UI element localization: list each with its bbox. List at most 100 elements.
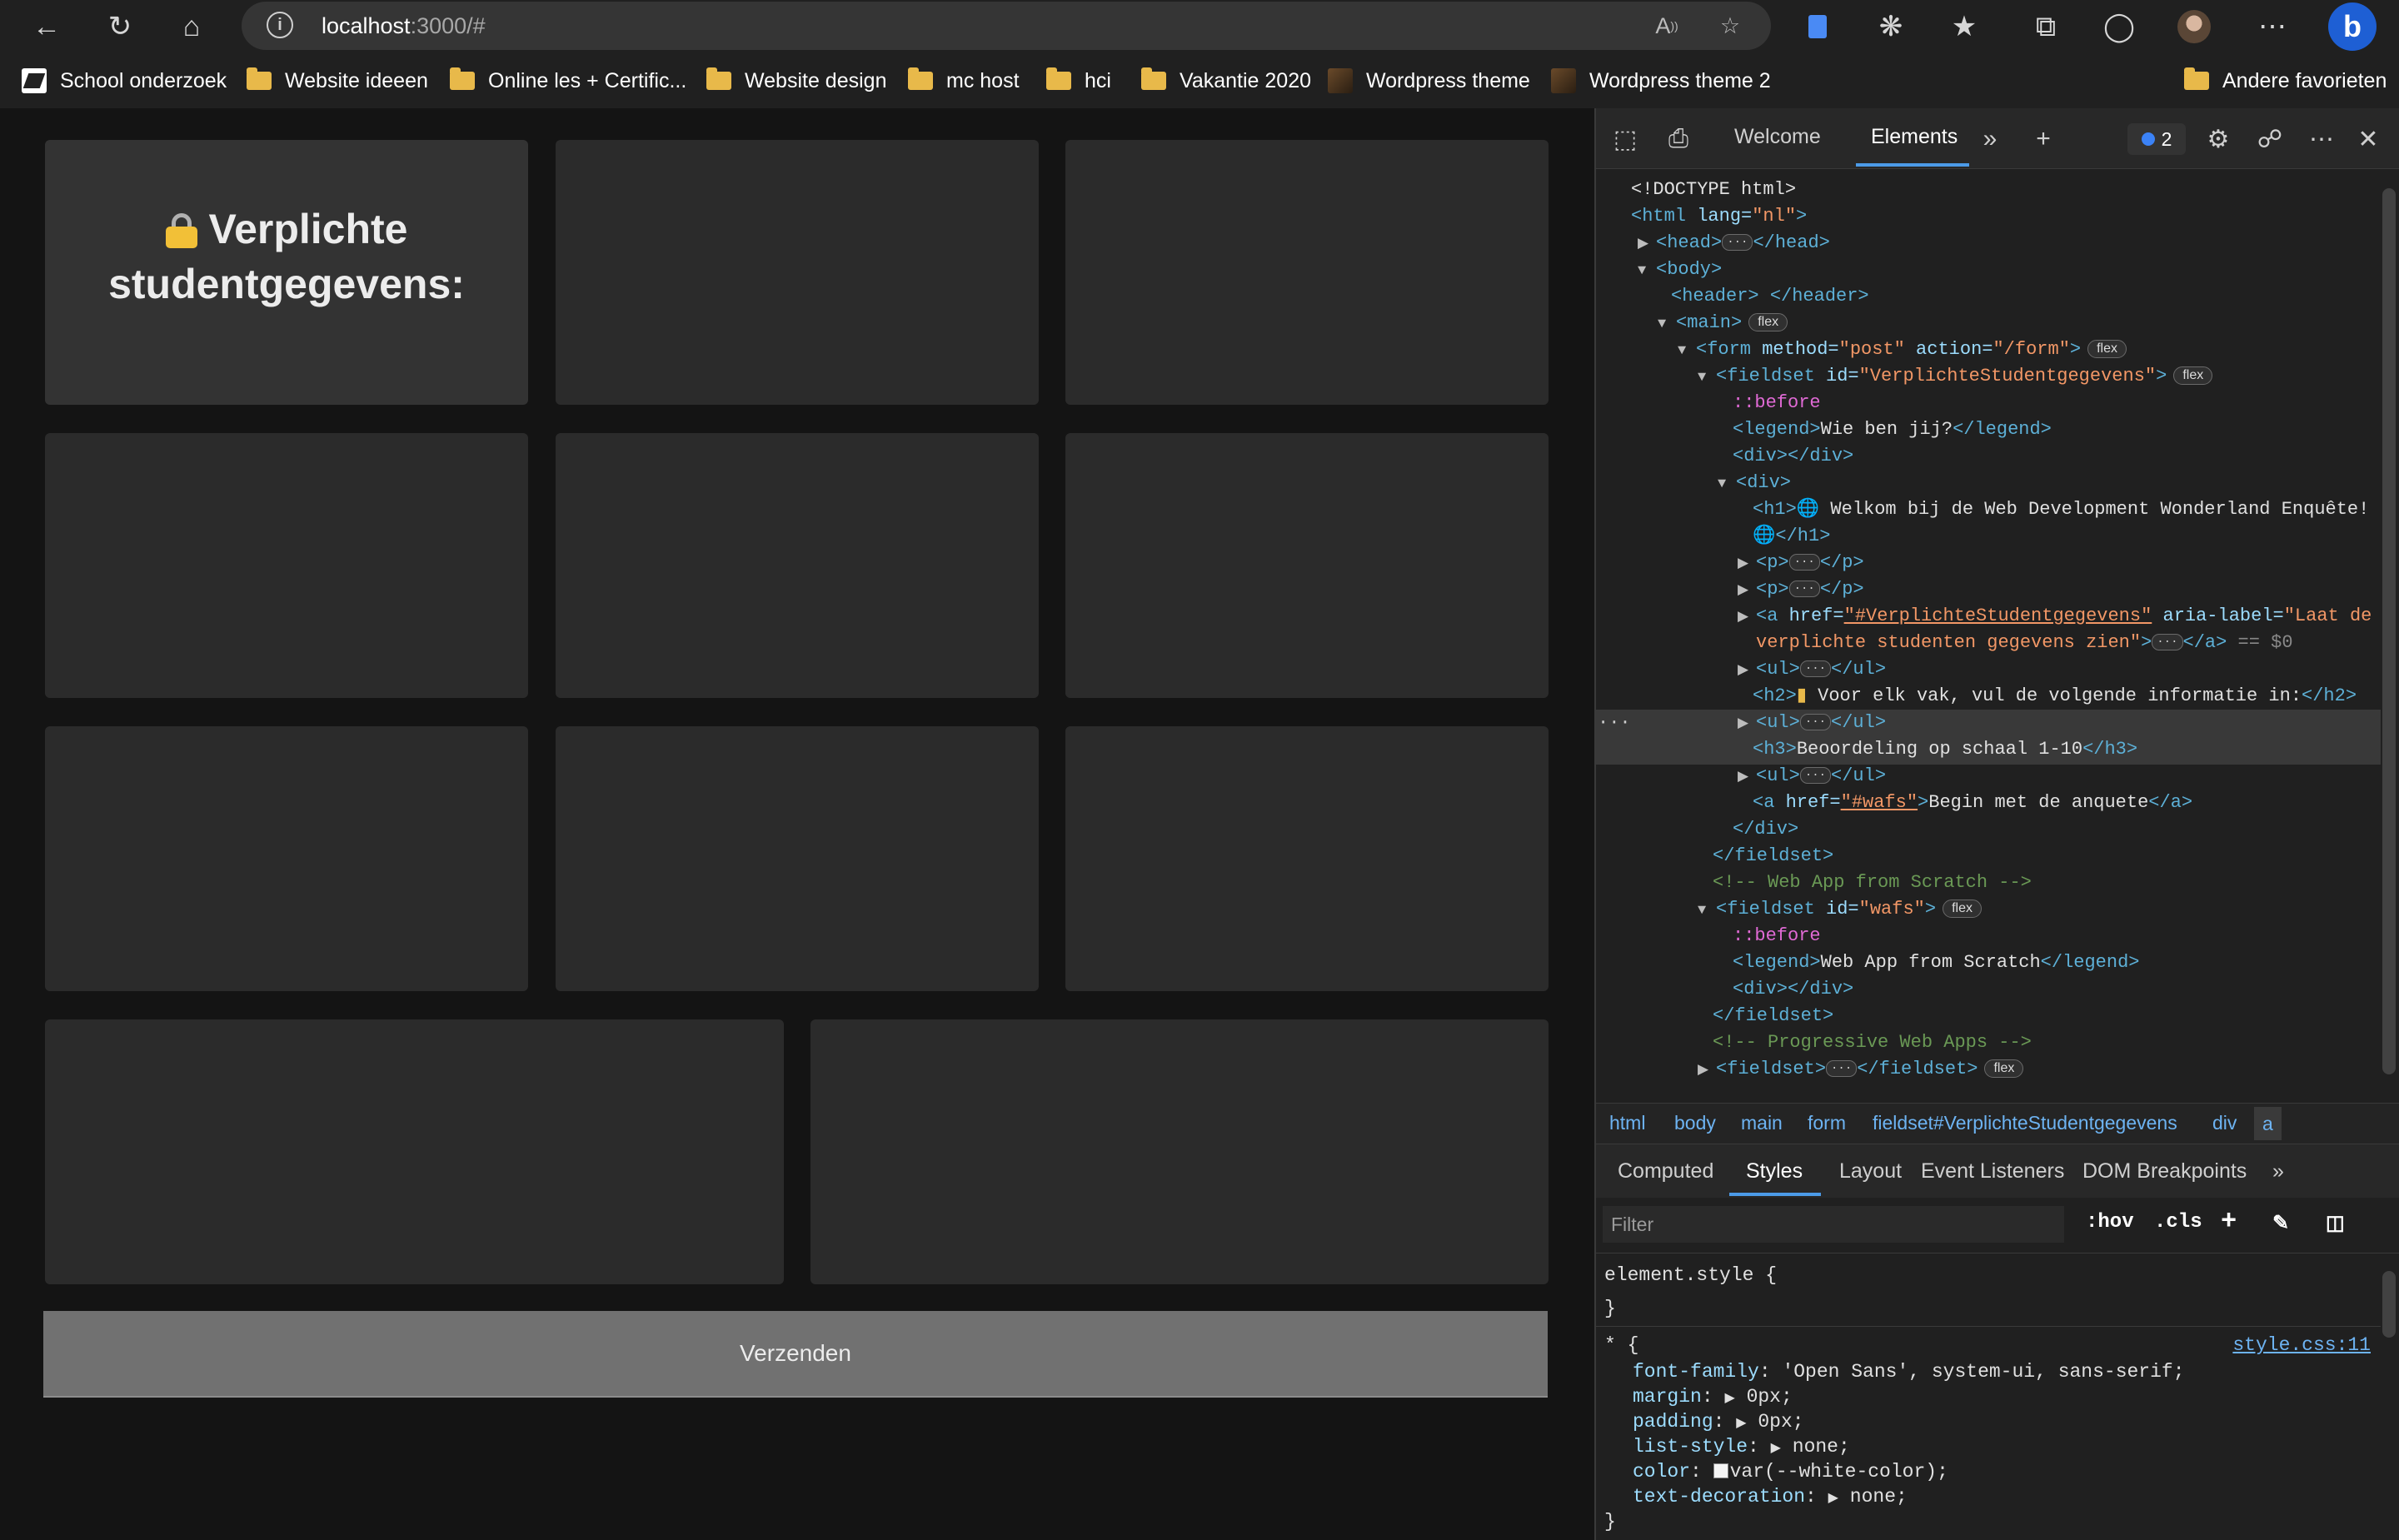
collapse-triangle-icon[interactable]: ▼ <box>1678 338 1696 365</box>
dom-node-comment-pwa[interactable]: <!-- Progressive Web Apps --> <box>1713 1029 2032 1056</box>
styles-scrollbar[interactable] <box>2382 1271 2396 1338</box>
new-style-rule-icon[interactable]: + <box>2221 1206 2237 1237</box>
expand-triangle-icon[interactable]: ▶ <box>1738 711 1756 738</box>
dom-node-form[interactable]: ▼ <form method="post" action="/form"> flex <box>1678 336 2127 363</box>
close-devtools-icon[interactable]: ✕ <box>2352 123 2384 155</box>
expand-triangle-icon[interactable]: ▶ <box>1698 1058 1716 1084</box>
site-info-icon[interactable]: i <box>267 12 293 38</box>
dom-node-before[interactable]: ::before <box>1733 923 1821 949</box>
tab-elements[interactable]: Elements <box>1871 125 1958 149</box>
connected-devices-icon[interactable]: ☍ <box>2254 123 2286 155</box>
dom-node-a-selected[interactable]: ▶ <a href="#VerplichteStudentgegevens" ar… <box>1738 603 2372 630</box>
dom-node-fieldset-wafs[interactable]: ▼ <fieldset id="wafs"> flex <box>1698 896 1982 923</box>
fieldset-card[interactable] <box>45 1019 784 1284</box>
fieldset-card[interactable] <box>1065 726 1549 991</box>
office-extension-icon[interactable] <box>1796 5 1839 48</box>
dom-node-div-close[interactable]: </div> <box>1733 816 1798 843</box>
dom-node-ul[interactable]: ▶ <ul> ··· </ul> <box>1738 656 1886 683</box>
dom-node-doctype[interactable]: <!DOCTYPE html> <box>1631 177 1796 203</box>
dom-node-legend-wafs[interactable]: <legend>Web App from Scratch</legend> <box>1733 949 2140 976</box>
add-favorite-star-icon[interactable]: ☆ <box>1713 8 1748 43</box>
color-swatch[interactable] <box>1713 1463 1728 1478</box>
style-prop-list-style[interactable]: list-style: ▶ none; <box>1633 1436 1850 1458</box>
bookmark-other-favorites[interactable]: Andere favorieten <box>2184 65 2387 97</box>
element-style-rule[interactable]: element.style { <box>1604 1264 1777 1286</box>
dom-node-div-empty[interactable]: <div></div> <box>1733 976 1853 1003</box>
collections-icon[interactable]: ⧉ <box>2024 5 2067 48</box>
read-aloud-icon[interactable]: A)) <box>1649 8 1684 43</box>
dom-node-ul[interactable]: ▶ <ul> ··· </ul> <box>1738 710 1886 736</box>
tab-layout[interactable]: Layout <box>1839 1159 1902 1184</box>
bookmark-mc-host[interactable]: mc host <box>908 65 1020 97</box>
expand-triangle-icon[interactable]: ▶ <box>1771 1441 1781 1456</box>
dom-node-h1-close[interactable]: 🌐</h1> <box>1753 523 1830 550</box>
fieldset-card[interactable] <box>45 726 528 991</box>
dom-node-ul[interactable]: ▶ <ul> ··· </ul> <box>1738 763 1886 790</box>
issues-badge[interactable]: 2 <box>2127 123 2186 155</box>
hov-button[interactable]: :hov <box>2086 1211 2134 1233</box>
breadcrumb-fieldset[interactable]: fieldset#VerplichteStudentgegevens <box>1873 1112 2177 1134</box>
dom-node-html[interactable]: <html lang="nl"> <box>1631 203 1807 230</box>
source-link[interactable]: style.css:11 <box>2232 1334 2371 1356</box>
extensions-puzzle-icon[interactable]: ❋ <box>1869 5 1913 48</box>
node-actions-icon[interactable]: ··· <box>1598 710 1631 736</box>
toggle-sidebar-icon[interactable]: ◫ <box>2326 1211 2345 1236</box>
fieldset-card[interactable] <box>45 433 528 698</box>
tab-styles[interactable]: Styles <box>1746 1159 1803 1184</box>
tab-computed[interactable]: Computed <box>1618 1159 1713 1184</box>
dom-node-h2[interactable]: <h2>▮ Voor elk vak, vul de volgende info… <box>1753 683 2357 710</box>
dom-node-body[interactable]: ▼ <body> <box>1638 257 1722 283</box>
dom-node-p[interactable]: ▶ <p> ··· </p> <box>1738 550 1864 576</box>
collapse-triangle-icon[interactable]: ▼ <box>1698 365 1716 391</box>
flex-badge[interactable]: flex <box>1984 1059 2024 1078</box>
bookmark-vakantie-2020[interactable]: Vakantie 2020 <box>1141 65 1311 97</box>
favorites-icon[interactable]: ★ <box>1943 5 1986 48</box>
dom-node-fieldset-close[interactable]: </fieldset> <box>1713 843 1833 870</box>
fieldset-card[interactable] <box>1065 433 1549 698</box>
style-prop-font-family[interactable]: font-family: 'Open Sans', system-ui, san… <box>1633 1361 2185 1383</box>
address-bar[interactable]: i localhost:3000/# A)) ☆ <box>242 2 1771 50</box>
profile-avatar[interactable] <box>2172 5 2216 48</box>
inspect-element-icon[interactable]: ⬚ <box>1609 123 1641 155</box>
dom-node-p[interactable]: ▶ <p> ··· </p> <box>1738 576 1864 603</box>
more-tabs-chevron-icon[interactable]: » <box>2272 1159 2284 1184</box>
breadcrumb-body[interactable]: body <box>1674 1112 1716 1134</box>
more-tabs-chevron-icon[interactable]: » <box>1974 123 2006 155</box>
collapse-triangle-icon[interactable]: ▼ <box>1658 311 1676 338</box>
style-prop-text-decoration[interactable]: text-decoration: ▶ none; <box>1633 1486 1908 1508</box>
bookmark-website-ideeen[interactable]: Website ideeen <box>247 65 428 97</box>
fieldset-card[interactable] <box>556 433 1039 698</box>
settings-gear-icon[interactable]: ⚙ <box>2202 123 2234 155</box>
dom-node-h3[interactable]: <h3>Beoordeling op schaal 1-10</h3> <box>1753 736 2137 763</box>
breadcrumb-div[interactable]: div <box>2212 1112 2237 1134</box>
fieldset-card[interactable] <box>556 140 1039 405</box>
refresh-icon[interactable]: ↻ <box>98 5 142 48</box>
dom-node-div[interactable]: ▼ <div> <box>1718 470 1791 496</box>
flex-badge[interactable]: flex <box>2087 340 2127 358</box>
address-url[interactable]: localhost:3000/# <box>322 13 486 39</box>
fieldset-card-verplichte-studentgegevens[interactable]: Verplichte studentgegevens: <box>45 140 528 405</box>
bookmark-wordpress-theme-2[interactable]: Wordpress theme 2 <box>1551 65 1771 97</box>
flex-badge[interactable]: flex <box>2173 366 2213 385</box>
dom-node-legend[interactable]: <legend>Wie ben jij?</legend> <box>1733 416 2052 443</box>
expand-triangle-icon[interactable]: ▶ <box>1724 1391 1734 1406</box>
styles-filter-input[interactable] <box>1603 1206 2064 1243</box>
device-emulation-icon[interactable]: ⎙ <box>1663 123 1694 155</box>
flex-badge[interactable]: flex <box>1943 900 1982 918</box>
bookmark-wordpress-theme[interactable]: Wordpress theme <box>1328 65 1530 97</box>
collapse-triangle-icon[interactable]: ▼ <box>1698 898 1716 924</box>
dom-node-a-selected-cont[interactable]: verplichte studenten gegevens zien"> ··· <… <box>1756 630 2293 656</box>
breadcrumb-html[interactable]: html <box>1609 1112 1645 1134</box>
bing-chat-icon[interactable]: b <box>2327 2 2377 52</box>
universal-rule-selector[interactable]: * { <box>1604 1334 1638 1356</box>
bookmark-website-design[interactable]: Website design <box>706 65 886 97</box>
dom-node-comment-wafs[interactable]: <!-- Web App from Scratch --> <box>1713 870 2032 896</box>
expand-triangle-icon[interactable]: ▶ <box>1738 765 1756 791</box>
dom-tree-scrollbar[interactable] <box>2382 188 2396 1074</box>
back-arrow-icon[interactable]: ← <box>25 5 68 48</box>
expand-triangle-icon[interactable]: ▶ <box>1738 658 1756 685</box>
expand-triangle-icon[interactable]: ▶ <box>1738 605 1756 631</box>
fieldset-card[interactable] <box>810 1019 1549 1284</box>
breadcrumb-a[interactable]: a <box>2254 1107 2282 1140</box>
bookmark-online-les[interactable]: Online les + Certific... <box>450 65 686 97</box>
